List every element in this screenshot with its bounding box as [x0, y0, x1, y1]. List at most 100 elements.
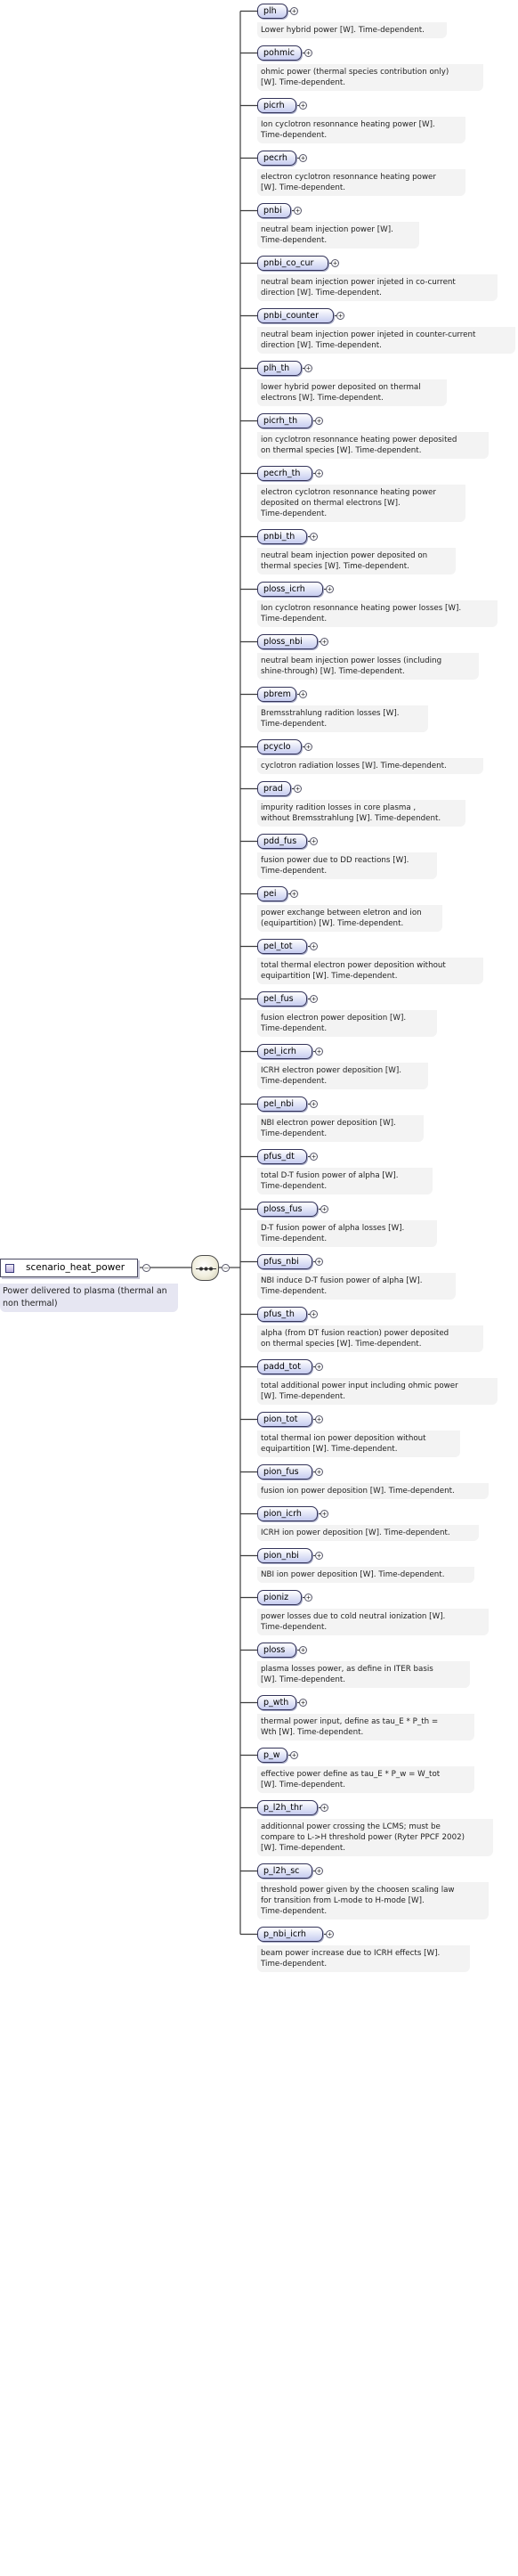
documentation-line: Time-dependent. [261, 1623, 328, 1632]
element-box-p-l2h-sc[interactable]: p_l2h_sc [257, 1863, 312, 1879]
expand-icon[interactable]: + [326, 585, 334, 593]
element-box-pbrem[interactable]: pbrem [257, 687, 296, 702]
element-box-ploss-fus[interactable]: ploss_fus [257, 1202, 318, 1217]
expand-icon[interactable]: + [315, 1363, 323, 1371]
expand-icon[interactable]: + [294, 785, 302, 793]
documentation-line: Time-dependent. [261, 1024, 328, 1033]
sequence-compositor-icon[interactable] [191, 1255, 219, 1281]
element-box-pel-icrh[interactable]: pel_icrh [257, 1044, 312, 1059]
expand-icon[interactable]: + [320, 1510, 328, 1518]
expand-icon[interactable]: + [310, 533, 318, 541]
element-box-pnbi-th[interactable]: pnbi_th [257, 529, 307, 544]
element-box-pion-nbi[interactable]: pion_nbi [257, 1548, 312, 1563]
element-documentation: neutral beam injection power injeted in … [257, 274, 498, 301]
expand-icon[interactable]: + [299, 1646, 307, 1654]
element-box-pfus-th[interactable]: pfus_th [257, 1307, 307, 1322]
documentation-line: equipartition [W]. Time-dependent. [261, 1445, 398, 1454]
expand-icon[interactable]: + [315, 1415, 323, 1423]
element-box-plh[interactable]: plh [257, 4, 287, 19]
element-documentation: neutral beam injection power deposited o… [257, 548, 456, 575]
documentation-line: total thermal electron power deposition … [261, 961, 446, 970]
element-documentation: Ion cyclotron resonnance heating power l… [257, 600, 498, 627]
element-box-pioniz[interactable]: pioniz [257, 1590, 302, 1605]
element-documentation: power exchange between eletron and ion (e… [257, 905, 442, 932]
expand-icon[interactable]: + [315, 1468, 323, 1476]
element-box-pecrh[interactable]: pecrh [257, 151, 296, 166]
documentation-line: total D-T fusion power of alpha [W]. [261, 1171, 399, 1180]
element-box-picrh[interactable]: picrh [257, 98, 296, 113]
expand-icon[interactable]: + [310, 837, 318, 845]
expand-icon[interactable]: + [290, 1751, 298, 1759]
element-box-p-w[interactable]: p_w [257, 1748, 287, 1763]
documentation-line: fusion power due to DD reactions [W]. [261, 856, 409, 865]
element-box-p-wth[interactable]: p_wth [257, 1695, 296, 1710]
expand-icon[interactable]: + [310, 942, 318, 950]
expand-icon[interactable]: + [310, 1100, 318, 1108]
expand-icon[interactable]: + [290, 890, 298, 898]
documentation-line: ion cyclotron resonnance heating power d… [261, 436, 457, 444]
expand-icon[interactable]: + [320, 1205, 328, 1213]
root-element-box[interactable]: scenario_heat_power [0, 1259, 138, 1277]
element-box-pnbi-counter[interactable]: pnbi_counter [257, 308, 334, 323]
expand-icon[interactable]: + [290, 7, 298, 15]
expand-icon[interactable]: + [326, 1930, 334, 1938]
documentation-line: NBI electron power deposition [W]. [261, 1119, 396, 1128]
expand-icon[interactable]: + [336, 312, 344, 320]
element-box-pnbi-co-cur[interactable]: pnbi_co_cur [257, 256, 328, 271]
element-documentation: NBI electron power deposition [W]. Time-d… [257, 1115, 424, 1142]
element-box-ploss[interactable]: ploss [257, 1643, 296, 1658]
expand-icon[interactable]: + [315, 469, 323, 477]
element-box-pfus-dt[interactable]: pfus_dt [257, 1149, 307, 1164]
element-box-prad[interactable]: prad [257, 781, 291, 796]
expand-icon[interactable]: + [315, 417, 323, 425]
element-box-pel-tot[interactable]: pel_tot [257, 939, 307, 954]
element-box-ploss-nbi[interactable]: ploss_nbi [257, 634, 318, 649]
expand-icon[interactable]: + [310, 1310, 318, 1318]
expand-icon[interactable]: + [299, 102, 307, 110]
expand-icon[interactable]: + [304, 364, 312, 372]
expand-icon[interactable]: + [331, 259, 339, 267]
element-box-pdd-fus[interactable]: pdd_fus [257, 834, 307, 849]
element-box-picrh-th[interactable]: picrh_th [257, 413, 312, 428]
element-box-pel-nbi[interactable]: pel_nbi [257, 1096, 307, 1112]
expand-icon[interactable]: + [320, 638, 328, 646]
expand-icon[interactable]: + [299, 690, 307, 698]
element-documentation: threshold power given by the choosen sca… [257, 1882, 489, 1920]
element-documentation: beam power increase due to ICRH effects … [257, 1945, 470, 1972]
expand-icon[interactable]: + [315, 1258, 323, 1266]
expand-icon[interactable]: + [310, 1153, 318, 1161]
element-box-pnbi[interactable]: pnbi [257, 203, 291, 218]
element-box-pion-fus[interactable]: pion_fus [257, 1464, 312, 1480]
expand-icon[interactable]: + [315, 1552, 323, 1560]
element-box-pecrh-th[interactable]: pecrh_th [257, 466, 312, 481]
documentation-line: Time-dependent. [261, 131, 328, 140]
expand-icon[interactable]: + [299, 154, 307, 162]
element-box-pei[interactable]: pei [257, 886, 287, 901]
documentation-line: Lower hybrid power [W]. Time-dependent. [261, 26, 425, 35]
element-box-p-nbi-icrh[interactable]: p_nbi_icrh [257, 1927, 323, 1942]
root-collapse-icon[interactable]: – [142, 1264, 150, 1272]
sequence-collapse-icon[interactable]: – [222, 1264, 230, 1272]
element-box-pel-fus[interactable]: pel_fus [257, 991, 307, 1007]
expand-icon[interactable]: + [304, 743, 312, 751]
documentation-line: NBI ion power deposition [W]. Time-depen… [261, 1570, 445, 1579]
expand-icon[interactable]: + [320, 1804, 328, 1812]
element-box-pfus-nbi[interactable]: pfus_nbi [257, 1254, 312, 1269]
expand-icon[interactable]: + [304, 49, 312, 57]
element-box-pcyclo[interactable]: pcyclo [257, 739, 302, 754]
element-box-pion-icrh[interactable]: pion_icrh [257, 1506, 318, 1521]
expand-icon[interactable]: + [315, 1867, 323, 1875]
expand-icon[interactable]: + [299, 1699, 307, 1707]
element-documentation: impurity radition losses in core plasma … [257, 800, 465, 827]
expand-icon[interactable]: + [304, 1594, 312, 1602]
expand-icon[interactable]: + [310, 995, 318, 1003]
element-box-padd-tot[interactable]: padd_tot [257, 1359, 312, 1374]
element-box-pion-tot[interactable]: pion_tot [257, 1412, 312, 1427]
documentation-line: thermal species [W]. Time-dependent. [261, 562, 409, 571]
expand-icon[interactable]: + [315, 1048, 323, 1056]
element-box-plh-th[interactable]: plh_th [257, 361, 302, 376]
element-box-ploss-icrh[interactable]: ploss_icrh [257, 582, 323, 597]
element-box-pohmic[interactable]: pohmic [257, 45, 302, 61]
expand-icon[interactable]: + [294, 207, 302, 215]
element-box-p-l2h-thr[interactable]: p_l2h_thr [257, 1800, 318, 1815]
